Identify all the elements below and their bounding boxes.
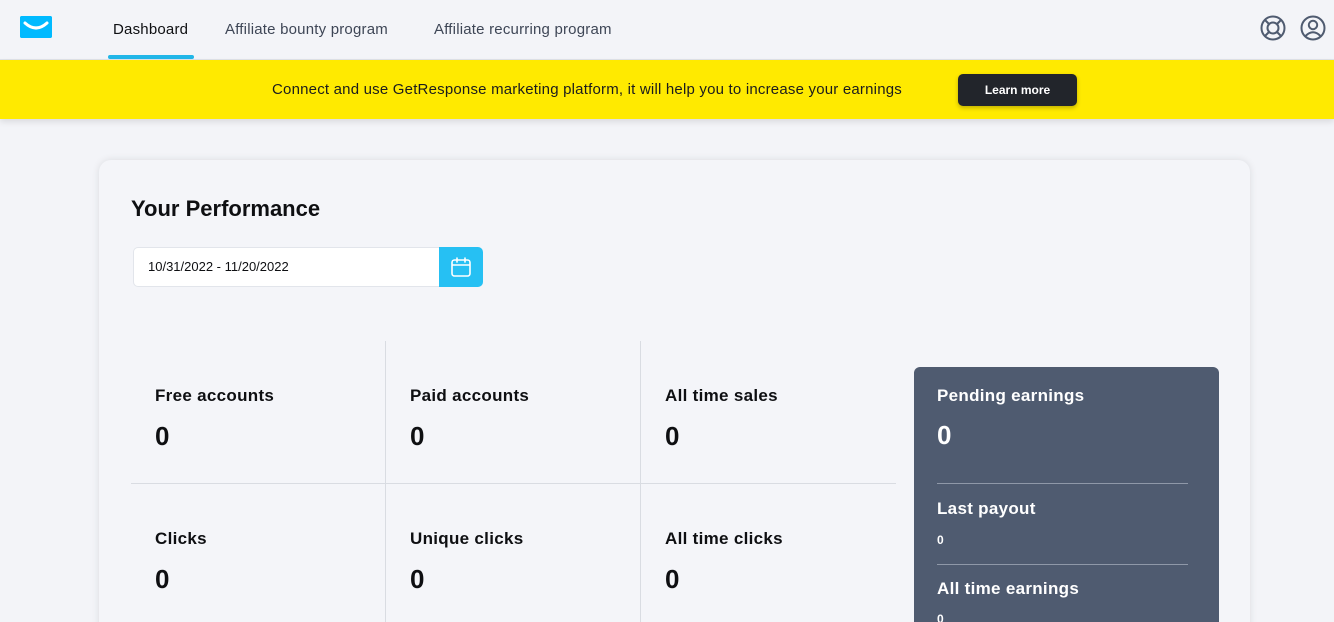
user-profile-icon[interactable] [1300,15,1326,41]
tab-affiliate-recurring-program[interactable]: Affiliate recurring program [434,0,612,60]
stat-label: Clicks [155,529,207,548]
last-payout-value: 0 [937,533,944,547]
active-tab-indicator [108,55,195,59]
calendar-icon [451,257,471,277]
stat-value: 0 [155,564,170,594]
last-payout-label: Last payout [937,499,1036,518]
earnings-divider [937,483,1188,484]
learn-more-button[interactable]: Learn more [958,74,1077,106]
pending-earnings-value: 0 [937,420,952,450]
all-time-earnings-value: 0 [937,612,944,622]
tab-dashboard[interactable]: Dashboard [108,0,195,60]
stat-label: Unique clicks [410,529,524,548]
stat-value: 0 [665,564,680,594]
earnings-panel: Pending earnings 0 Last payout 0 All tim… [914,367,1219,622]
banner-text: Connect and use GetResponse marketing pl… [272,81,902,98]
page-title: Your Performance [131,196,321,221]
tab-affiliate-bounty-program[interactable]: Affiliate bounty program [225,0,388,60]
calendar-button[interactable] [439,247,483,287]
stats-divider [385,341,386,622]
all-time-earnings-label: All time earnings [937,579,1080,598]
tab-dashboard-label: Dashboard [113,21,189,38]
stat-value: 0 [665,421,680,451]
pending-earnings-label: Pending earnings [937,386,1085,405]
stats-divider [131,483,896,484]
promo-banner: Connect and use GetResponse marketing pl… [0,60,1334,119]
stat-label: Paid accounts [410,386,530,405]
date-range-input[interactable]: 10/31/2022 - 11/20/2022 [133,247,440,287]
tab-affiliate-bounty-label: Affiliate bounty program [225,21,388,38]
top-navigation: Dashboard Affiliate bounty program Affil… [0,0,1334,60]
stat-label: All time sales [665,386,778,405]
getresponse-logo-icon[interactable] [20,16,52,38]
stat-value: 0 [410,564,425,594]
stat-value: 0 [155,421,170,451]
help-lifebuoy-icon[interactable] [1260,15,1286,41]
earnings-divider [937,564,1188,565]
stat-label: All time clicks [665,529,783,548]
stat-label: Free accounts [155,386,275,405]
stat-value: 0 [410,421,425,451]
stats-divider [640,341,641,622]
tab-affiliate-recurring-label: Affiliate recurring program [434,21,612,38]
